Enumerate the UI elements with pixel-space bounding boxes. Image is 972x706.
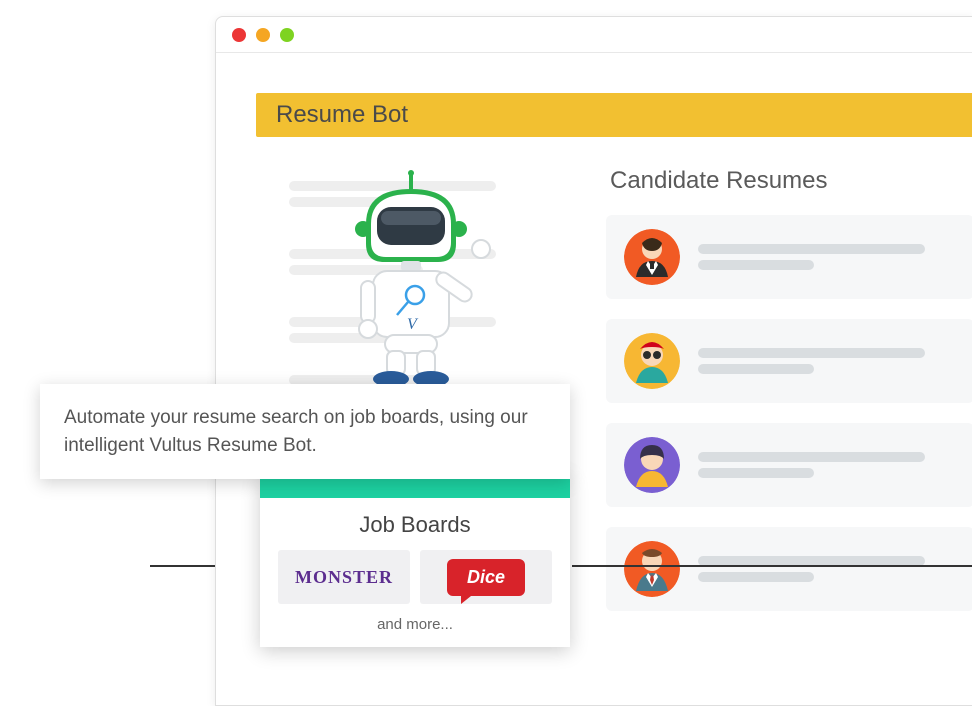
jobboards-card: Job Boards MONSTER Dice and more...	[260, 474, 570, 647]
placeholder-line	[698, 572, 814, 582]
description-card: Automate your resume search on job board…	[40, 384, 570, 479]
avatar-icon	[624, 541, 680, 597]
candidate-row[interactable]	[606, 527, 972, 611]
robot-icon: V	[311, 169, 511, 389]
page-title: Resume Bot	[276, 101, 408, 129]
placeholder-line	[698, 244, 925, 254]
placeholder-line	[698, 468, 814, 478]
jobboard-dice[interactable]: Dice	[420, 550, 552, 604]
connector-line	[572, 565, 972, 567]
candidates-title: Candidate Resumes	[606, 167, 972, 195]
candidate-row[interactable]	[606, 215, 972, 299]
candidates-panel: Candidate Resumes	[606, 157, 972, 631]
close-icon[interactable]	[232, 28, 246, 42]
header-bar: Resume Bot	[256, 93, 972, 137]
placeholder-line	[698, 452, 925, 462]
candidate-row[interactable]	[606, 319, 972, 403]
minimize-icon[interactable]	[256, 28, 270, 42]
dice-logo: Dice	[447, 559, 525, 596]
avatar-icon	[624, 333, 680, 389]
placeholder-line	[698, 260, 814, 270]
candidate-row[interactable]	[606, 423, 972, 507]
jobboards-title: Job Boards	[278, 512, 552, 538]
avatar-icon	[624, 437, 680, 493]
connector-line	[150, 565, 215, 567]
jobboards-more: and more...	[278, 616, 552, 633]
jobboard-monster[interactable]: MONSTER	[278, 550, 410, 604]
window-titlebar	[216, 17, 972, 53]
placeholder-line	[698, 364, 814, 374]
description-text: Automate your resume search on job board…	[64, 407, 528, 456]
placeholder-line	[698, 348, 925, 358]
avatar-icon	[624, 229, 680, 285]
robot-card: V	[271, 157, 551, 399]
maximize-icon[interactable]	[280, 28, 294, 42]
monster-logo: MONSTER	[295, 567, 393, 588]
